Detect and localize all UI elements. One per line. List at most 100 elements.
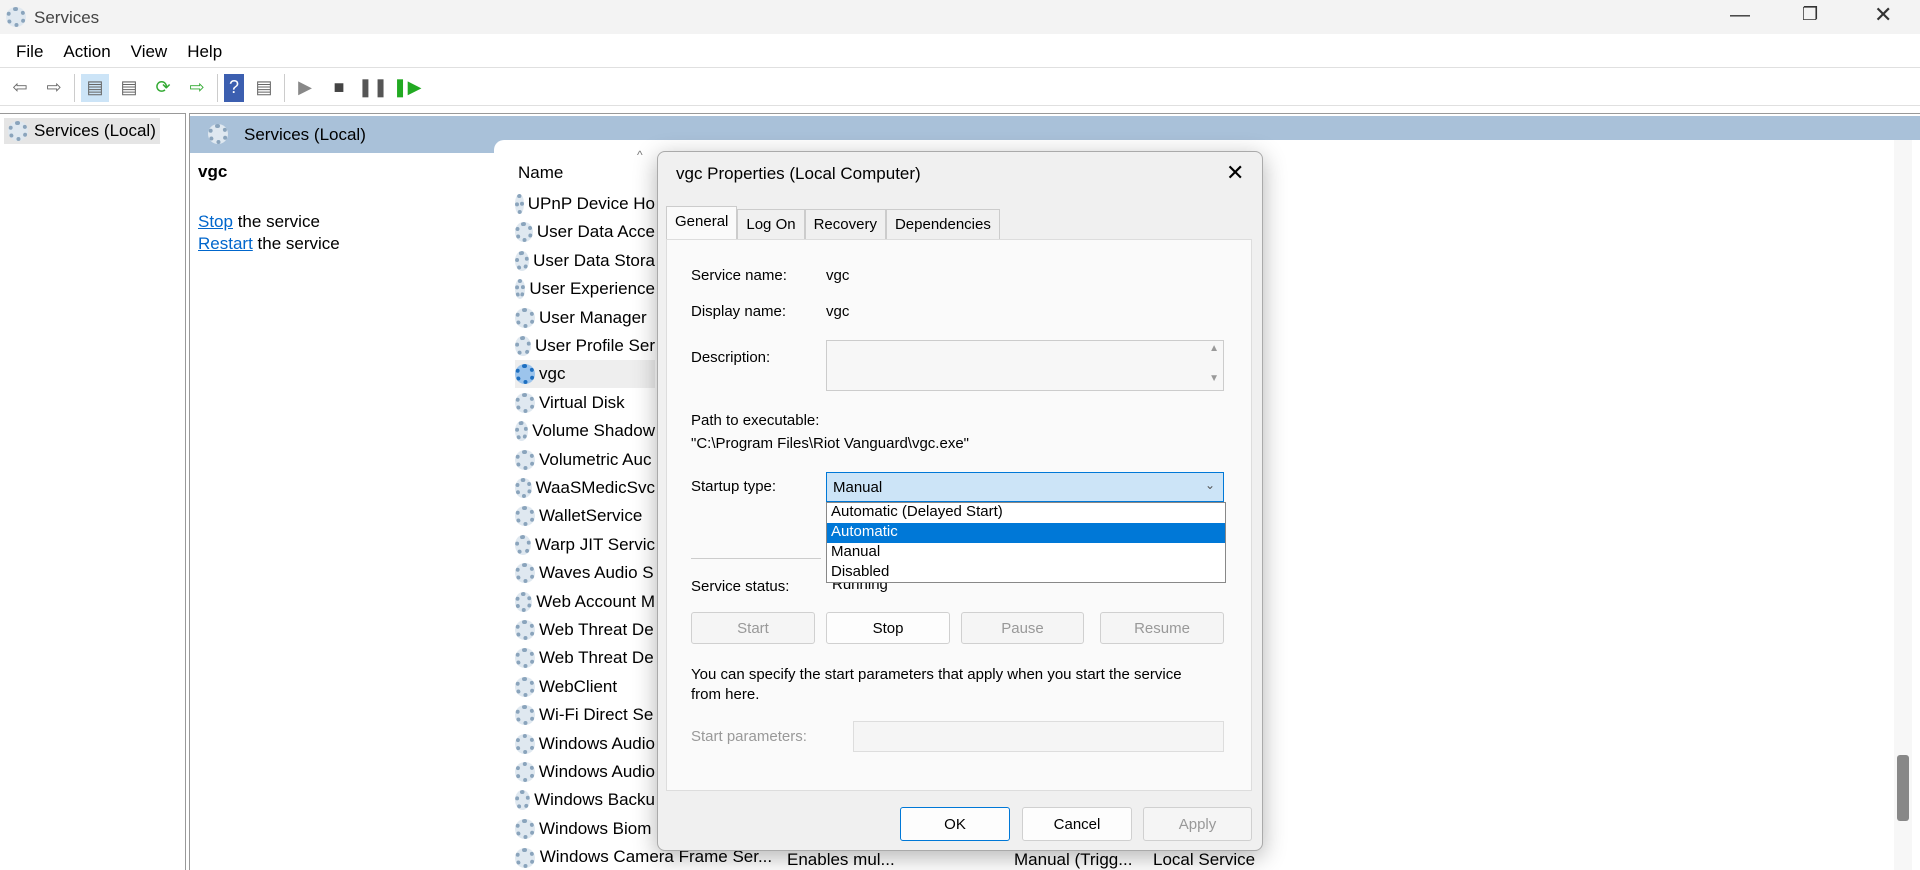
service-name: Windows Audio [538, 762, 655, 781]
service-name: Web Threat De [539, 648, 654, 668]
stop-service-text: Stop the service [198, 212, 320, 232]
pause-button[interactable]: Pause [961, 612, 1084, 644]
table-row[interactable]: Volume Shadow [515, 417, 655, 445]
scroll-up-icon[interactable]: ▲ [1209, 343, 1219, 354]
service-name: Windows Backu [534, 790, 655, 810]
service-name: Warp JIT Servic [535, 534, 655, 554]
table-row[interactable]: Virtual Disk [515, 389, 655, 417]
chevron-down-icon: ⌄ [1204, 478, 1215, 492]
table-row[interactable]: User Data Stora [515, 247, 655, 275]
service-gear-icon [515, 762, 535, 782]
tab-dependencies[interactable]: Dependencies [885, 209, 1000, 239]
resume-icon[interactable]: ❚▶ [393, 74, 422, 102]
table-row[interactable]: UPnP Device Ho [515, 190, 655, 218]
tab-log-on[interactable]: Log On [737, 209, 805, 239]
ok-button[interactable]: OK [900, 807, 1010, 841]
scrollbar-thumb[interactable] [1897, 755, 1909, 821]
table-row[interactable]: User Data Acce [515, 218, 655, 246]
pause-icon[interactable]: ❚❚ [358, 74, 388, 102]
scrollbar[interactable] [1894, 140, 1912, 870]
column-header-name[interactable]: Name [518, 163, 563, 183]
table-row[interactable]: User Experience [515, 275, 655, 303]
divider [691, 558, 821, 559]
table-row[interactable]: User Profile Ser [515, 332, 655, 360]
start-params-help: You can specify the start parameters tha… [691, 666, 1182, 703]
startup-type-select[interactable]: Manual ⌄ [826, 472, 1224, 502]
show-hide-tree-icon[interactable]: ▤ [81, 73, 109, 102]
table-row[interactable]: Windows Biom [515, 815, 655, 843]
stop-link[interactable]: Stop [198, 212, 233, 231]
service-name: Windows Biom [539, 818, 652, 838]
service-name: Web Account M [536, 591, 655, 611]
tab-recovery[interactable]: Recovery [804, 209, 886, 239]
stop-button[interactable]: Stop [826, 612, 950, 644]
option-disabled[interactable]: Disabled [827, 563, 1225, 583]
table-row[interactable]: WebClient [515, 673, 655, 701]
option-manual[interactable]: Manual [827, 543, 1225, 563]
service-name: Web Threat De [539, 620, 654, 639]
table-row[interactable]: WaaSMedicSvc [515, 474, 655, 502]
service-gear-icon [515, 421, 529, 442]
restart-link[interactable]: Restart [198, 234, 253, 253]
description-label: Description: [691, 349, 771, 366]
table-row[interactable]: WalletService [515, 502, 655, 530]
table-row[interactable]: Windows Backu [515, 786, 655, 814]
service-name-value: vgc [826, 267, 850, 284]
restore-icon[interactable]: ❐ [1802, 4, 1818, 25]
start-button[interactable]: Start [691, 612, 815, 644]
export-list-icon[interactable]: ⇨ [183, 74, 211, 102]
start-params-label: Start parameters: [691, 728, 807, 745]
table-row[interactable]: Waves Audio S [515, 559, 655, 587]
service-gear-icon [515, 506, 535, 527]
table-row[interactable]: Windows Audio [515, 730, 655, 758]
service-gear-icon [515, 392, 535, 413]
table-row[interactable]: Web Threat De [515, 616, 655, 644]
table-row[interactable]: vgc [515, 360, 655, 389]
tree-item-services-local[interactable]: Services (Local) [4, 118, 160, 144]
console-tree: Services (Local) [0, 113, 186, 870]
resume-button[interactable]: Resume [1100, 612, 1224, 644]
menu-view[interactable]: View [121, 42, 178, 62]
menu-action[interactable]: Action [53, 42, 120, 62]
menu-file[interactable]: File [6, 42, 53, 62]
tab-general[interactable]: General [666, 206, 738, 239]
table-row[interactable]: Web Threat De [515, 644, 655, 672]
minimize-icon[interactable]: — [1730, 4, 1750, 27]
service-name: Waves Audio S [539, 563, 654, 583]
forward-icon[interactable]: ⇨ [40, 74, 68, 102]
stop-icon[interactable]: ■ [325, 74, 353, 102]
option-automatic-delayed[interactable]: Automatic (Delayed Start) [827, 503, 1225, 523]
close-icon[interactable]: ✕ [1226, 160, 1244, 186]
scroll-down-icon[interactable]: ▼ [1209, 373, 1219, 384]
service-gear-icon [515, 250, 530, 271]
apply-button[interactable]: Apply [1143, 807, 1252, 841]
start-params-input[interactable] [853, 721, 1224, 752]
table-row[interactable]: Windows Audio [515, 758, 655, 786]
service-logon: Local Service [1153, 850, 1256, 869]
table-row[interactable]: User Manager [515, 304, 655, 332]
path-label: Path to executable: [691, 412, 820, 429]
table-row[interactable]: Web Account M [515, 588, 655, 616]
option-automatic[interactable]: Automatic [827, 523, 1225, 543]
service-gear-icon [515, 478, 532, 498]
service-gear-icon [515, 620, 535, 640]
help-icon[interactable]: ? [224, 73, 244, 102]
service-gear-icon [515, 648, 535, 669]
service-name: Wi-Fi Direct Se [539, 705, 654, 725]
menu-help[interactable]: Help [177, 42, 232, 62]
properties-icon[interactable]: ▤ [115, 74, 143, 102]
refresh-icon[interactable]: ⟳ [149, 74, 177, 102]
close-icon[interactable]: ✕ [1874, 2, 1892, 28]
description-box[interactable]: ▲ ▼ [826, 340, 1224, 391]
table-row[interactable]: Wi-Fi Direct Se [515, 701, 655, 729]
table-row[interactable]: Volumetric Auc [515, 446, 655, 474]
cancel-button[interactable]: Cancel [1022, 807, 1132, 841]
startup-type-dropdown: Automatic (Delayed Start) Automatic Manu… [826, 502, 1226, 583]
service-name: WebClient [539, 676, 618, 696]
back-icon[interactable]: ⇦ [6, 74, 34, 102]
start-icon[interactable]: ▶ [291, 74, 319, 102]
window-title: Services [34, 8, 100, 27]
show-action-pane-icon[interactable]: ▤ [250, 74, 278, 102]
table-row[interactable]: Warp JIT Servic [515, 531, 655, 559]
service-name: User Data Acce [536, 222, 655, 242]
